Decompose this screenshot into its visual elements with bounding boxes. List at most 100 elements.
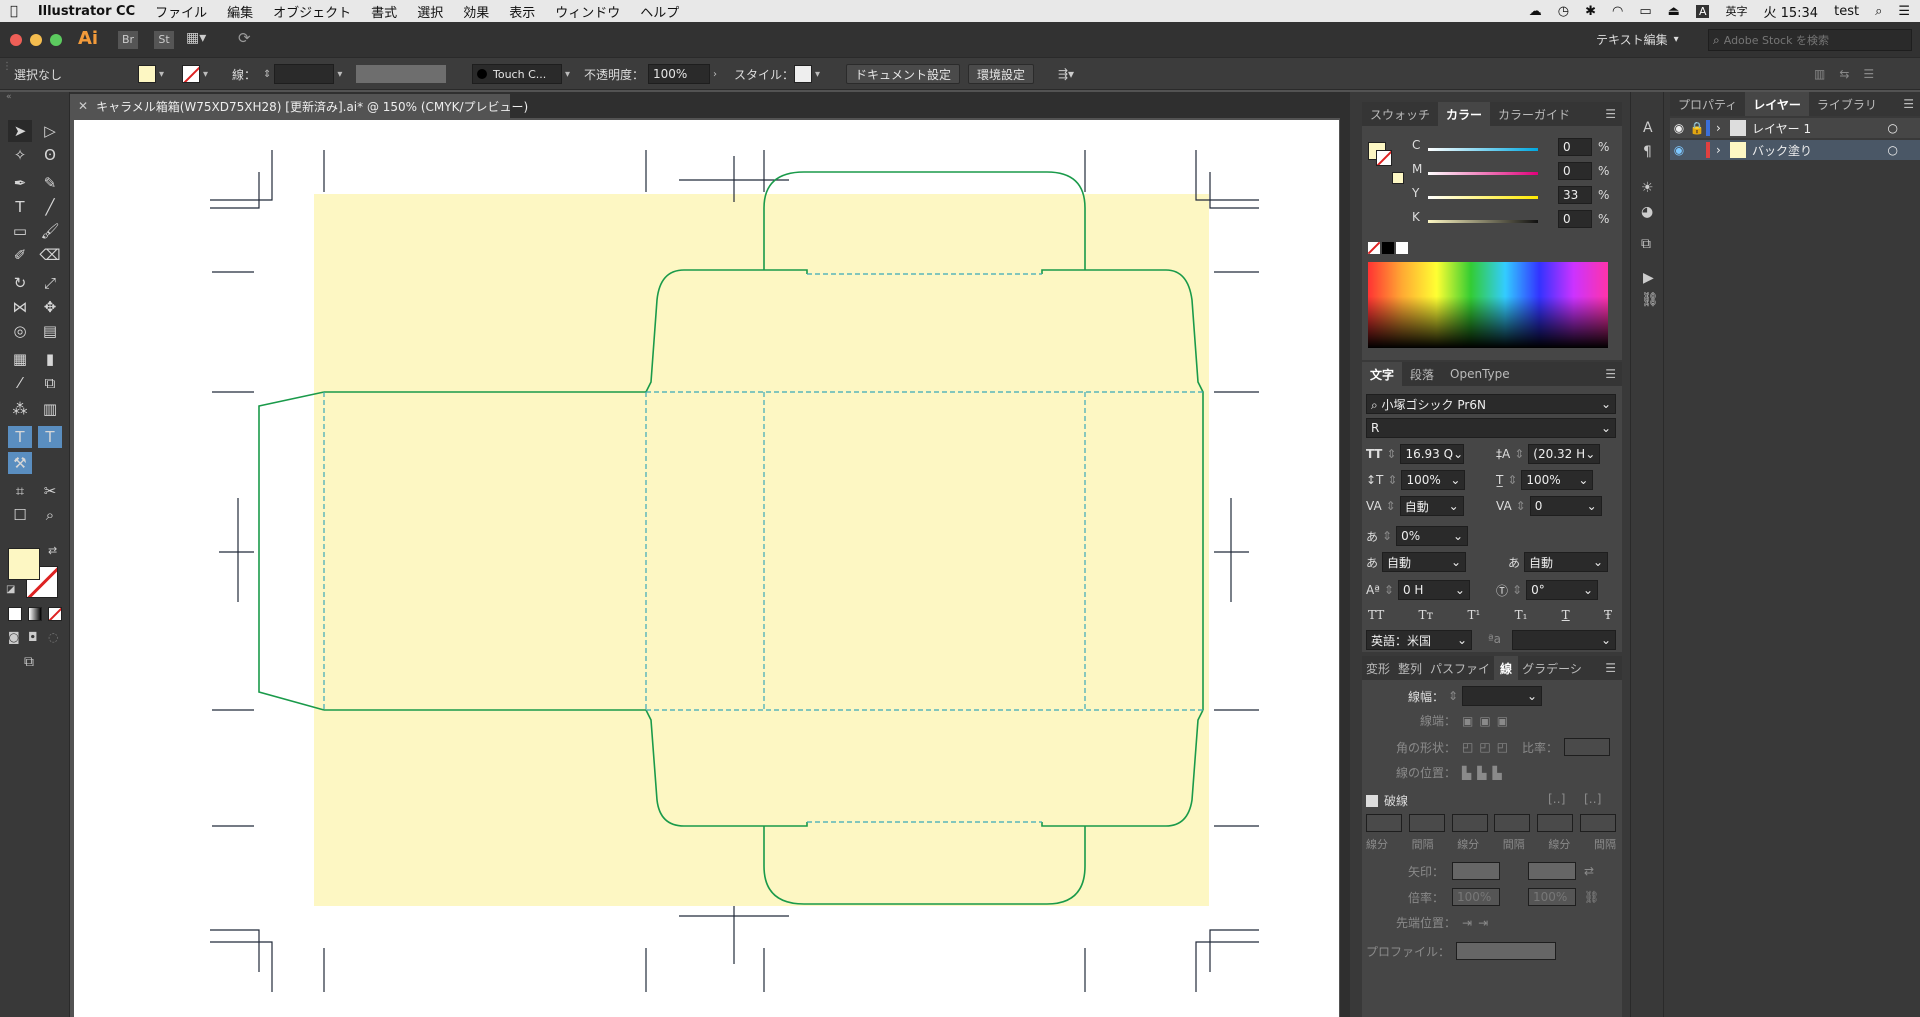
bridge-button[interactable]: Br (118, 31, 138, 49)
projecting-cap-icon[interactable]: ▣ (1497, 714, 1508, 728)
character-styles-icon[interactable]: A (1643, 120, 1653, 136)
end-scale-input[interactable]: 100% (1528, 888, 1577, 906)
stepper-icon[interactable]: ⇕ (260, 69, 274, 80)
color-stroke-swatch[interactable] (1376, 150, 1392, 166)
bluetooth-icon[interactable]: ✱ (1585, 4, 1596, 19)
all-caps-button[interactable]: TT (1368, 608, 1384, 622)
stepper-icon[interactable]: ⇕ (1382, 529, 1392, 543)
menu-object[interactable]: オブジェクト (263, 2, 361, 21)
draw-normal-icon[interactable]: ◙ (8, 630, 20, 644)
tab-transform[interactable]: 変形 (1362, 656, 1394, 680)
rotate-tool-icon[interactable]: ↻ (8, 272, 32, 294)
rectangle-tool-icon[interactable]: ▭ (8, 220, 32, 242)
target-icon[interactable]: ○ (1888, 121, 1898, 135)
chevron-down-icon[interactable]: ▾ (334, 69, 345, 80)
swap-colors-icon[interactable]: ⇄ (48, 544, 57, 557)
font-style-dropdown[interactable]: R ⌄ (1366, 418, 1616, 438)
spotlight-icon[interactable]: ⌕ (1875, 4, 1882, 19)
hand-tool-icon[interactable]: ☐ (8, 504, 32, 526)
none-swatch[interactable] (1368, 242, 1380, 254)
yellow-slider[interactable] (1428, 196, 1538, 199)
tracking-input[interactable]: 0 ⌄ (1529, 496, 1602, 516)
lasso-tool-icon[interactable]: ʘ (38, 144, 62, 166)
wifi-icon[interactable]: ◠ (1612, 4, 1623, 19)
tab-properties[interactable]: プロパティ (1670, 92, 1745, 116)
small-caps-button[interactable]: Tт (1419, 608, 1434, 622)
vertical-scale-input[interactable]: 100% ⌄ (1401, 470, 1466, 490)
dash-2-input[interactable] (1451, 814, 1488, 832)
fill-swatch[interactable] (138, 65, 156, 83)
font-size-input[interactable]: 16.93 Q ⌄ (1400, 444, 1465, 464)
end-arrow-dropdown[interactable] (1528, 862, 1577, 880)
stepper-icon[interactable]: ⇕ (1384, 583, 1394, 597)
chevron-down-icon[interactable]: ▾ (156, 69, 167, 80)
blend-tool-icon[interactable]: ⧉ (38, 372, 62, 394)
perspective-grid-tool-icon[interactable]: ▤ (38, 320, 62, 342)
bevel-join-icon[interactable]: ◰ (1497, 740, 1508, 754)
arrange-icon[interactable]: ⇶▾ (1058, 63, 1074, 85)
eyedropper-tool-icon[interactable]: ⁄ (8, 372, 32, 394)
menu-select[interactable]: 選択 (407, 2, 453, 21)
stroke-none-swatch[interactable] (182, 65, 200, 83)
align-inside-icon[interactable]: ▙ (1477, 766, 1486, 780)
zoom-tool-icon[interactable]: ⌕ (38, 504, 62, 526)
color-mode-icon[interactable] (8, 607, 22, 621)
menu-icon[interactable]: ☰ (1863, 67, 1874, 81)
mesh-tool-icon[interactable]: ▦ (8, 348, 32, 370)
close-tab-icon[interactable]: ✕ (78, 99, 88, 113)
menu-effect[interactable]: 効果 (453, 2, 499, 21)
artboard[interactable] (74, 120, 1339, 1017)
opacity-input[interactable]: 100% (648, 64, 710, 84)
menu-view[interactable]: 表示 (499, 2, 545, 21)
background-fill[interactable] (314, 194, 1209, 906)
snap-to-glyph-dropdown[interactable]: ⌄ (1512, 630, 1616, 650)
tab-color-guide[interactable]: カラーガイド (1490, 102, 1578, 126)
stepper-icon[interactable]: ⇕ (1512, 583, 1522, 597)
gap-2-input[interactable] (1494, 814, 1531, 832)
panel-menu-icon[interactable]: ☰ (1605, 367, 1622, 381)
transform-icon[interactable]: ⇆ (1839, 67, 1849, 81)
color-spectrum[interactable] (1368, 262, 1608, 348)
time-machine-icon[interactable]: ◷ (1558, 4, 1569, 19)
chevron-down-icon[interactable]: ▾ (200, 69, 211, 80)
lock-icon[interactable]: 🔒 (1688, 121, 1706, 135)
start-arrow-dropdown[interactable] (1452, 862, 1501, 880)
leading-input[interactable]: (20.32 H ⌄ (1528, 444, 1601, 464)
stock-search-field[interactable]: ⌕ (1708, 29, 1912, 51)
scale-tool-icon[interactable]: ⤢ (38, 272, 62, 294)
stock-button[interactable]: St (154, 31, 174, 49)
notification-center-icon[interactable]: ☰ (1898, 4, 1910, 19)
align-outside-icon[interactable]: ▙ (1492, 766, 1501, 780)
aki-after-dropdown[interactable]: 自動 ⌄ (1524, 552, 1609, 572)
magic-wand-tool-icon[interactable]: ✧ (8, 144, 32, 166)
apple-menu-icon[interactable]:  (0, 4, 28, 19)
width-tool-icon[interactable]: ⋈ (8, 296, 32, 318)
text-style-tool-a-icon[interactable]: T (8, 426, 32, 448)
stroke-width-input[interactable]: ⌄ (1462, 686, 1543, 706)
dash-preserve-icon[interactable]: [‥] (1548, 792, 1565, 806)
align-center-icon[interactable]: ▙ (1462, 766, 1471, 780)
screen-mode-icon[interactable]: ⧉ (24, 654, 34, 670)
opacity-field[interactable]: 100% › (648, 63, 720, 85)
expand-arrow-icon[interactable]: › (1716, 143, 1730, 157)
document-tab[interactable]: ✕ キャラメル箱箱(W75XD75XH28) [更新済み].ai* @ 150%… (70, 94, 528, 118)
close-window-button[interactable] (10, 34, 22, 46)
arrow-tip-at-end-icon[interactable]: ⇥ (1478, 916, 1488, 930)
magenta-slider[interactable] (1428, 172, 1538, 175)
character-rotation-input[interactable]: 0° ⌄ (1526, 580, 1599, 600)
selection-tool-icon[interactable]: ➤ (8, 120, 32, 142)
underline-button[interactable]: T (1562, 608, 1570, 622)
stroke-color-control[interactable]: ▾ (182, 63, 211, 85)
zoom-window-button[interactable] (50, 34, 62, 46)
minimize-window-button[interactable] (30, 34, 42, 46)
chevron-right-icon[interactable]: › (710, 69, 720, 80)
input-source-icon[interactable]: A (1695, 4, 1710, 18)
canvas-area[interactable] (70, 118, 1340, 1017)
brush-definition[interactable]: Touch C... ▾ (472, 63, 573, 85)
clock[interactable]: 火 15:34 (1763, 2, 1818, 21)
superscript-button[interactable]: T¹ (1467, 608, 1480, 622)
magenta-value[interactable]: 0 (1558, 162, 1592, 180)
eraser-tool-icon[interactable]: ⌫ (38, 244, 62, 266)
arrange-documents-icon[interactable]: ▦▾ (186, 30, 206, 46)
dash-3-input[interactable] (1537, 814, 1574, 832)
